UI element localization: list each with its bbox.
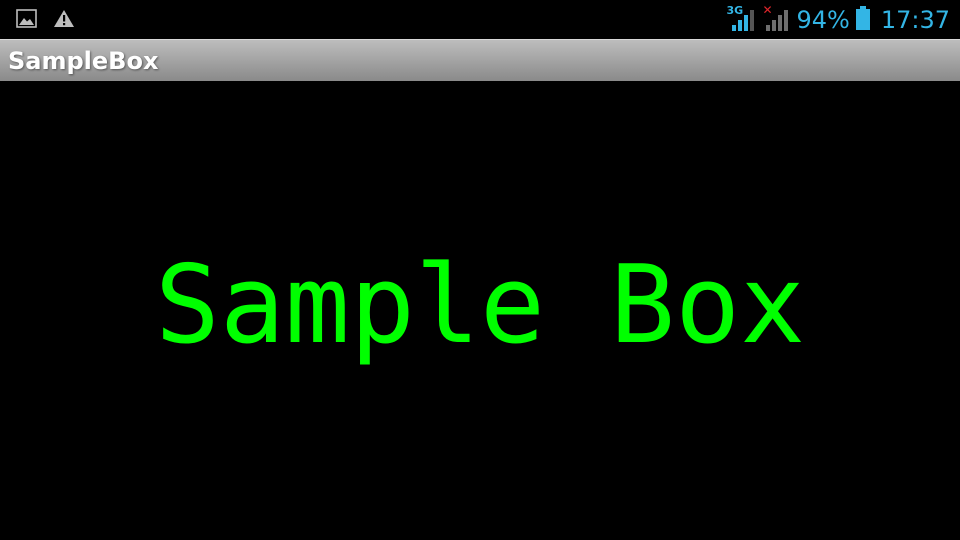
battery-percentage: 94% — [796, 6, 850, 34]
system-indicators: 3G ✕ 94% 17:37 — [726, 4, 950, 36]
app-title: SampleBox — [8, 47, 159, 75]
battery-icon — [855, 5, 870, 35]
action-bar: SampleBox — [0, 39, 960, 81]
signal-3g-icon: 3G — [726, 5, 756, 33]
signal-no-service-icon: ✕ — [762, 4, 790, 33]
warning-icon — [53, 9, 75, 33]
main-content: Sample Box — [0, 81, 960, 540]
gallery-icon — [16, 9, 37, 33]
notification-icons — [16, 9, 75, 33]
status-bar[interactable]: 3G ✕ 94% 17:37 — [0, 0, 960, 39]
status-clock: 17:37 — [880, 6, 950, 34]
device-screen: 3G ✕ 94% 17:37 SampleBox Sample Box — [0, 0, 960, 540]
sample-box-text: Sample Box — [154, 243, 806, 368]
